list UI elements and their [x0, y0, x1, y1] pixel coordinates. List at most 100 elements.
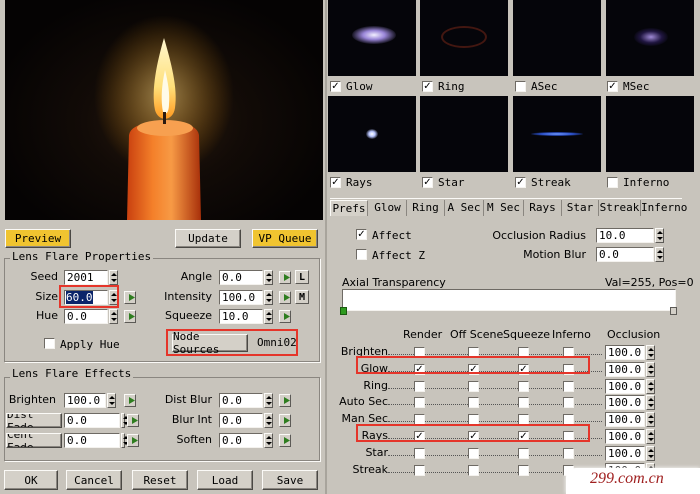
row-squeeze-checkbox[interactable]: [518, 381, 529, 392]
row-occlusion-spinner[interactable]: [646, 345, 655, 360]
row-render-checkbox[interactable]: [414, 381, 425, 392]
cent-fade-field[interactable]: 0.0: [64, 433, 120, 448]
hue-field[interactable]: 0.0: [64, 309, 108, 324]
seed-field[interactable]: 2001: [64, 270, 108, 285]
row-occlusion-field[interactable]: 100.0: [605, 345, 645, 360]
row-occlusion-spinner[interactable]: [646, 429, 655, 444]
dist-fade-spinner[interactable]: [121, 413, 129, 428]
tab-a-sec[interactable]: A Sec: [445, 200, 484, 216]
thumb-ring-checkbox[interactable]: ✓: [422, 81, 433, 92]
squeeze-animate-button[interactable]: [279, 310, 291, 323]
angle-field[interactable]: 0.0: [219, 270, 263, 285]
angle-spinner[interactable]: [264, 270, 273, 285]
row-occlusion-field[interactable]: 100.0: [605, 362, 645, 377]
row-inferno-checkbox[interactable]: [563, 381, 574, 392]
thumb-asec[interactable]: [513, 0, 601, 76]
row-off-scene-checkbox[interactable]: [468, 381, 479, 392]
row-occlusion-field[interactable]: 100.0: [605, 379, 645, 394]
thumb-glow[interactable]: [328, 0, 416, 76]
row-render-checkbox[interactable]: [414, 448, 425, 459]
intensity-animate-button[interactable]: [279, 291, 291, 304]
preview-button[interactable]: Preview: [5, 229, 71, 248]
apply-hue-checkbox[interactable]: [44, 338, 55, 349]
row-occlusion-spinner[interactable]: [646, 412, 655, 427]
soften-spinner[interactable]: [264, 433, 273, 448]
brighten-animate-button[interactable]: [124, 394, 136, 407]
tab-prefs[interactable]: Prefs: [330, 200, 368, 216]
tab-m-sec[interactable]: M Sec: [484, 200, 524, 216]
soften-field[interactable]: 0.0: [219, 433, 263, 448]
thumb-glow-checkbox[interactable]: ✓: [330, 81, 341, 92]
angle-animate-button[interactable]: [279, 271, 291, 284]
row-occlusion-field[interactable]: 100.0: [605, 412, 645, 427]
hue-animate-button[interactable]: [124, 310, 136, 323]
soften-animate-button[interactable]: [279, 434, 291, 447]
ok-button[interactable]: OK: [4, 470, 58, 490]
row-render-checkbox[interactable]: [414, 465, 425, 476]
thumb-inferno-checkbox[interactable]: [607, 177, 618, 188]
row-occlusion-spinner[interactable]: [646, 362, 655, 377]
squeeze-field[interactable]: 10.0: [219, 309, 263, 324]
thumb-inferno[interactable]: [606, 96, 694, 172]
row-off-scene-checkbox[interactable]: [468, 397, 479, 408]
thumb-asec-checkbox[interactable]: [515, 81, 526, 92]
dist-blur-animate-button[interactable]: [279, 394, 291, 407]
blur-int-animate-button[interactable]: [279, 414, 291, 427]
thumb-streak[interactable]: [513, 96, 601, 172]
thumb-rays[interactable]: [328, 96, 416, 172]
cancel-button[interactable]: Cancel: [66, 470, 122, 490]
blur-int-spinner[interactable]: [264, 413, 273, 428]
vp-queue-button[interactable]: VP Queue: [252, 229, 318, 248]
tab-streak[interactable]: Streak: [599, 200, 641, 216]
row-inferno-checkbox[interactable]: [563, 448, 574, 459]
axial-gradient-flag-end[interactable]: [670, 307, 677, 315]
tab-ring[interactable]: Ring: [407, 200, 445, 216]
motion-blur-spinner[interactable]: [655, 247, 664, 262]
tab-glow[interactable]: Glow: [369, 200, 407, 216]
row-occlusion-spinner[interactable]: [646, 395, 655, 410]
dist-blur-field[interactable]: 0.0: [219, 393, 263, 408]
seed-spinner[interactable]: [109, 270, 118, 285]
row-occlusion-spinner[interactable]: [646, 379, 655, 394]
occlusion-radius-spinner[interactable]: [655, 228, 664, 243]
row-inferno-checkbox[interactable]: [563, 397, 574, 408]
thumb-star-checkbox[interactable]: ✓: [422, 177, 433, 188]
axial-gradient-flag-start[interactable]: [340, 307, 347, 315]
brighten-spinner[interactable]: [107, 393, 116, 408]
dist-fade-animate-button[interactable]: [127, 414, 139, 427]
row-off-scene-checkbox[interactable]: [468, 465, 479, 476]
update-button[interactable]: Update: [175, 229, 241, 248]
row-render-checkbox[interactable]: [414, 397, 425, 408]
load-button[interactable]: Load: [197, 470, 253, 490]
row-occlusion-field[interactable]: 100.0: [605, 446, 645, 461]
brighten-field[interactable]: 100.0: [64, 393, 106, 408]
intensity-field[interactable]: 100.0: [219, 290, 263, 305]
row-occlusion-field[interactable]: 100.0: [605, 395, 645, 410]
tab-rays[interactable]: Rays: [524, 200, 562, 216]
affect-z-checkbox[interactable]: [356, 249, 367, 260]
row-squeeze-checkbox[interactable]: [518, 397, 529, 408]
blur-int-field[interactable]: 0.0: [219, 413, 263, 428]
tab-inferno[interactable]: Inferno: [641, 200, 687, 216]
dist-blur-spinner[interactable]: [264, 393, 273, 408]
thumb-rays-checkbox[interactable]: ✓: [330, 177, 341, 188]
cent-fade-button[interactable]: Cent Fade: [6, 433, 62, 448]
row-occlusion-spinner[interactable]: [646, 446, 655, 461]
squeeze-spinner[interactable]: [264, 309, 273, 324]
cent-fade-animate-button[interactable]: [127, 434, 139, 447]
thumb-ring[interactable]: [420, 0, 508, 76]
occlusion-radius-field[interactable]: 10.0: [596, 228, 654, 243]
thumb-streak-checkbox[interactable]: ✓: [515, 177, 526, 188]
thumb-msec-checkbox[interactable]: ✓: [607, 81, 618, 92]
reset-button[interactable]: Reset: [132, 470, 188, 490]
thumb-star[interactable]: [420, 96, 508, 172]
dist-fade-button[interactable]: Dist Fade: [6, 413, 62, 428]
angle-lock-l-button[interactable]: L: [295, 270, 309, 284]
affect-checkbox[interactable]: ✓: [356, 229, 367, 240]
size-animate-button[interactable]: [124, 291, 136, 304]
thumb-msec[interactable]: [606, 0, 694, 76]
dist-fade-field[interactable]: 0.0: [64, 413, 120, 428]
axial-transparency-gradient[interactable]: [342, 289, 676, 311]
row-squeeze-checkbox[interactable]: [518, 465, 529, 476]
row-occlusion-field[interactable]: 100.0: [605, 429, 645, 444]
